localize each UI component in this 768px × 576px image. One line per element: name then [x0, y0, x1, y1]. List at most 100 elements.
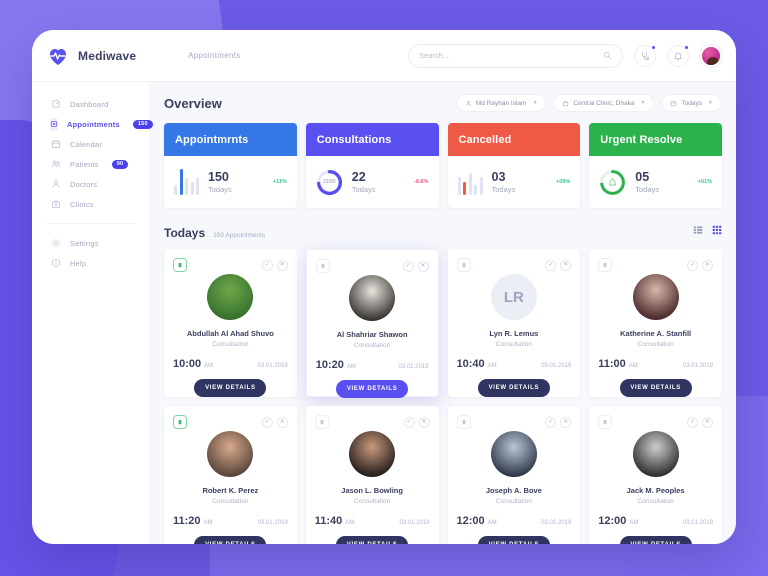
chevron-down-icon: ▼ — [532, 100, 538, 106]
card-actions: ✓ ✕ — [687, 416, 713, 428]
stat-card-body: 03 Todays +09% — [448, 156, 581, 208]
close-icon[interactable]: ✕ — [276, 416, 288, 428]
close-icon[interactable]: ✕ — [418, 416, 430, 428]
appointment-card[interactable]: ✓ ✕ Al Shahriar Shawon Consultation 10:20 AM 0… — [305, 249, 439, 398]
close-icon[interactable]: ✕ — [560, 259, 572, 271]
view-details-button[interactable]: VIEW DETAILS — [194, 536, 267, 544]
sidebar-item-dashboard[interactable]: Dashboard — [32, 94, 149, 114]
appointment-type: Consultation — [354, 342, 391, 349]
appointment-time: 11:20 — [173, 515, 201, 527]
card-top: ✓ ✕ — [173, 415, 288, 429]
accept-icon[interactable]: ✓ — [687, 259, 698, 271]
stat-card-cancelled[interactable]: Cancelled 03 Todays +09% — [447, 123, 581, 208]
avatar[interactable] — [700, 44, 722, 67]
accept-icon[interactable]: ✓ — [402, 260, 414, 272]
stat-card-appointments[interactable]: Appointmrnts 150 Todays +11% — [164, 123, 297, 208]
list-view-icon[interactable] — [693, 222, 703, 240]
todays-header: Todays 150 Appointments — [164, 222, 722, 240]
stat-sublabel: Todays — [208, 184, 232, 194]
time-row: 12:00 AM 03.01.2019 — [598, 515, 713, 527]
sidebar-item-label: Calendar — [70, 139, 103, 149]
stat-value: 03 — [491, 170, 506, 185]
appointment-card[interactable]: ✓ ✕ Katherine A. Stanfill Consultation 11:00… — [589, 249, 722, 397]
bar — [190, 182, 194, 195]
appointments-icon — [50, 117, 58, 131]
sidebar-item-doctors[interactable]: Doctors — [32, 174, 149, 194]
status-badge — [173, 415, 187, 429]
accept-icon[interactable]: ✓ — [687, 416, 698, 428]
view-details-button[interactable]: VIEW DETAILS — [477, 379, 550, 397]
grid-view-icon[interactable] — [712, 222, 722, 240]
doctors-icon — [50, 179, 61, 190]
appointment-meridiem: AM — [629, 520, 639, 526]
top-bar: Mediwave Appointments — [32, 30, 736, 82]
brand[interactable]: Mediwave — [32, 44, 150, 68]
patient-name: Al Shahriar Shawon — [336, 330, 408, 339]
close-icon[interactable]: ✕ — [702, 416, 713, 428]
stat-card-urgent-resolve[interactable]: Urgent Resolve 05 Todays +01% — [589, 123, 722, 208]
sidebar-item-patients[interactable]: Patients 90 — [32, 154, 149, 174]
appointment-card[interactable]: ✓ ✕ Robert K. Perez Consultation 11:20 AM 03.0… — [164, 406, 297, 544]
bar — [479, 177, 483, 195]
filter-doctor[interactable]: Md Rayhan Islam ▼ — [455, 94, 547, 112]
search-input[interactable] — [419, 51, 603, 60]
close-icon[interactable]: ✕ — [560, 416, 572, 428]
close-icon[interactable]: ✕ — [276, 259, 288, 271]
stat-value: 22 — [351, 170, 366, 185]
accept-icon[interactable]: ✓ — [261, 416, 273, 428]
brand-name: Mediwave — [78, 48, 137, 63]
appointment-meridiem: AM — [487, 520, 497, 526]
patient-name: Robert K. Perez — [202, 486, 259, 495]
appointment-time: 10:00 — [173, 358, 202, 370]
filter-date[interactable]: Todays ▼ — [661, 94, 722, 112]
stat-values: 03 Todays — [492, 170, 516, 193]
accept-icon[interactable]: ✓ — [545, 259, 557, 271]
body-split: Dashboard Appointments 150 Calendar Pati… — [32, 82, 736, 544]
appointment-time: 11:00 — [598, 358, 626, 370]
sidebar-item-help[interactable]: Help — [32, 253, 149, 273]
view-details-button[interactable]: VIEW DETAILS — [336, 380, 409, 398]
patient-avatar — [349, 431, 396, 477]
view-details-button[interactable]: VIEW DETAILS — [477, 536, 550, 544]
stat-card-consultations[interactable]: Consultations 22/30 22 Todays -6.6% — [305, 123, 439, 208]
sidebar-item-calendar[interactable]: Calendar — [32, 134, 149, 154]
sidebar-item-appointments[interactable]: Appointments 150 — [32, 114, 153, 134]
filter-doctor-label: Md Rayhan Islam — [475, 99, 527, 107]
stat-delta: +11% — [272, 179, 287, 185]
search-box[interactable] — [408, 43, 623, 68]
view-details-button[interactable]: VIEW DETAILS — [336, 536, 409, 544]
clinic-icon — [563, 100, 569, 106]
sidebar-item-settings[interactable]: Settings — [32, 233, 149, 253]
page-title: Overview — [164, 95, 222, 111]
filter-clinic[interactable]: Central Clinic, Dhaka ▼ — [553, 94, 655, 112]
breadcrumb[interactable]: Appointments — [188, 51, 241, 60]
sidebar-item-clinics[interactable]: Clinics — [32, 194, 149, 214]
bell-icon[interactable] — [667, 44, 689, 67]
close-icon[interactable]: ✕ — [417, 260, 429, 272]
accept-icon[interactable]: ✓ — [545, 416, 557, 428]
appointment-card[interactable]: ✓ ✕ Joseph A. Bove Consultation 12:00 AM 03.01… — [447, 406, 581, 544]
appointment-date: 03.01.2019 — [257, 363, 288, 369]
time-row: 11:40 AM 03.01.2019 — [315, 515, 430, 527]
patient-avatar: LR — [490, 274, 537, 320]
appointment-card[interactable]: ✓ ✕ LR Lyn R. Lemus Consultation 10:40 AM 03.01… — [447, 249, 581, 397]
chevron-down-icon: ▼ — [708, 100, 713, 106]
stethoscope-icon[interactable] — [634, 44, 656, 67]
accept-icon[interactable]: ✓ — [261, 259, 273, 271]
appointment-date: 03.01.2019 — [682, 520, 713, 526]
close-icon[interactable]: ✕ — [702, 259, 713, 271]
appointment-card[interactable]: ✓ ✕ Jack M. Peoples Consultation 12:00 AM 03.0… — [589, 406, 722, 544]
dashboard-icon — [50, 99, 61, 110]
sidebar-badge-patients: 90 — [111, 159, 129, 169]
appointment-card[interactable]: ✓ ✕ Jason L. Bowling Consultation 11:40 AM 03.… — [305, 406, 439, 544]
accept-icon[interactable]: ✓ — [403, 416, 415, 428]
status-badge — [173, 258, 187, 272]
sidebar-item-label: Appointments — [67, 119, 120, 129]
view-details-button[interactable]: VIEW DETAILS — [619, 379, 692, 397]
gear-icon — [50, 238, 61, 249]
todays-title: Todays — [164, 226, 206, 240]
appointment-card[interactable]: ✓ ✕ Abdullah Al Ahad Shuvo Consultation 10:0… — [164, 249, 297, 397]
status-badge — [456, 415, 471, 429]
view-details-button[interactable]: VIEW DETAILS — [194, 379, 267, 397]
view-details-button[interactable]: VIEW DETAILS — [619, 536, 692, 544]
